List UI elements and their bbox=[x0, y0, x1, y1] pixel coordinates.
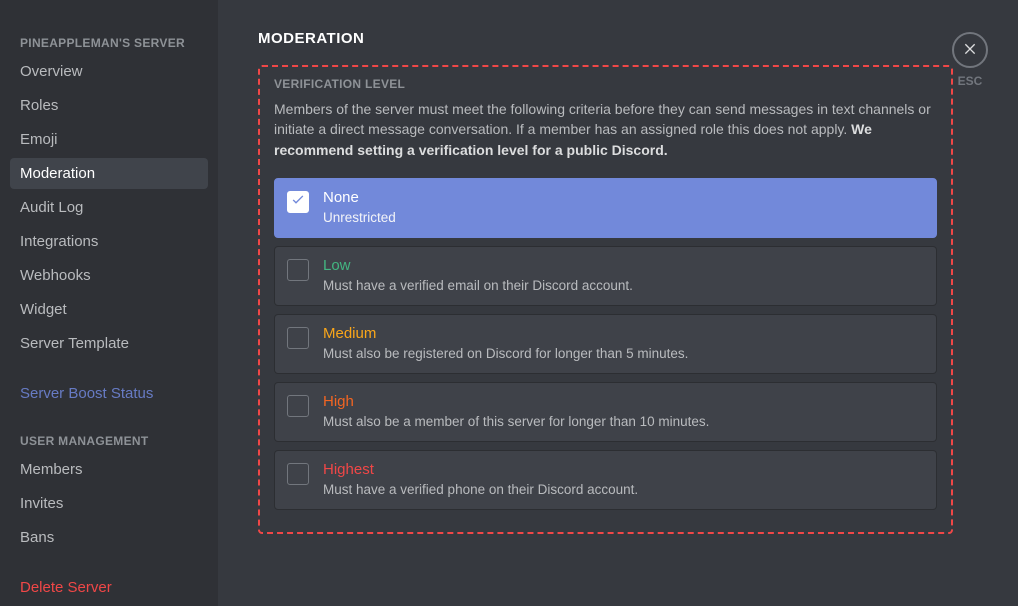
sidebar-item-moderation[interactable]: Moderation bbox=[10, 158, 208, 189]
close-icon bbox=[962, 40, 978, 61]
sidebar-item-overview[interactable]: Overview bbox=[10, 56, 208, 87]
section-title: VERIFICATION LEVEL bbox=[274, 77, 937, 91]
sidebar-item-roles[interactable]: Roles bbox=[10, 90, 208, 121]
sidebar-item-audit-log[interactable]: Audit Log bbox=[10, 192, 208, 223]
sidebar-item-widget[interactable]: Widget bbox=[10, 294, 208, 325]
verification-option-none[interactable]: None Unrestricted bbox=[274, 178, 937, 238]
verification-option-low[interactable]: Low Must have a verified email on their D… bbox=[274, 246, 937, 306]
sidebar-item-boost[interactable]: Server Boost Status bbox=[10, 378, 208, 409]
option-subtitle: Unrestricted bbox=[323, 210, 924, 225]
verification-level-section: VERIFICATION LEVEL Members of the server… bbox=[258, 65, 953, 534]
sidebar-item-bans[interactable]: Bans bbox=[10, 522, 208, 553]
main-panel: MODERATION ESC VERIFICATION LEVEL Member… bbox=[218, 0, 1018, 606]
sidebar-header-server: PINEAPPLEMAN'S SERVER bbox=[10, 30, 208, 56]
verification-option-highest[interactable]: Highest Must have a verified phone on the… bbox=[274, 450, 937, 510]
checkbox[interactable] bbox=[287, 259, 309, 281]
verification-option-high[interactable]: High Must also be a member of this server… bbox=[274, 382, 937, 442]
sidebar-item-server-template[interactable]: Server Template bbox=[10, 328, 208, 359]
verification-option-medium[interactable]: Medium Must also be registered on Discord… bbox=[274, 314, 937, 374]
checkbox[interactable] bbox=[287, 327, 309, 349]
close-button[interactable] bbox=[952, 32, 988, 68]
option-title: None bbox=[323, 189, 924, 206]
section-description: Members of the server must meet the foll… bbox=[274, 99, 937, 160]
sidebar-item-emoji[interactable]: Emoji bbox=[10, 124, 208, 155]
close-label: ESC bbox=[952, 74, 988, 88]
sidebar-item-webhooks[interactable]: Webhooks bbox=[10, 260, 208, 291]
option-title: Highest bbox=[323, 461, 924, 478]
option-subtitle: Must also be a member of this server for… bbox=[323, 414, 924, 429]
sidebar-item-members[interactable]: Members bbox=[10, 454, 208, 485]
option-subtitle: Must have a verified phone on their Disc… bbox=[323, 482, 924, 497]
checkbox[interactable] bbox=[287, 395, 309, 417]
checkbox[interactable] bbox=[287, 463, 309, 485]
sidebar-item-delete-server[interactable]: Delete Server bbox=[10, 572, 208, 603]
page-title: MODERATION bbox=[258, 30, 978, 47]
settings-sidebar: PINEAPPLEMAN'S SERVER OverviewRolesEmoji… bbox=[0, 0, 218, 606]
sidebar-item-integrations[interactable]: Integrations bbox=[10, 226, 208, 257]
option-subtitle: Must also be registered on Discord for l… bbox=[323, 346, 924, 361]
option-title: Low bbox=[323, 257, 924, 274]
option-subtitle: Must have a verified email on their Disc… bbox=[323, 278, 924, 293]
check-icon bbox=[290, 191, 306, 212]
checkbox[interactable] bbox=[287, 191, 309, 213]
sidebar-item-invites[interactable]: Invites bbox=[10, 488, 208, 519]
option-title: Medium bbox=[323, 325, 924, 342]
sidebar-header-user-management: USER MANAGEMENT bbox=[10, 428, 208, 454]
option-title: High bbox=[323, 393, 924, 410]
